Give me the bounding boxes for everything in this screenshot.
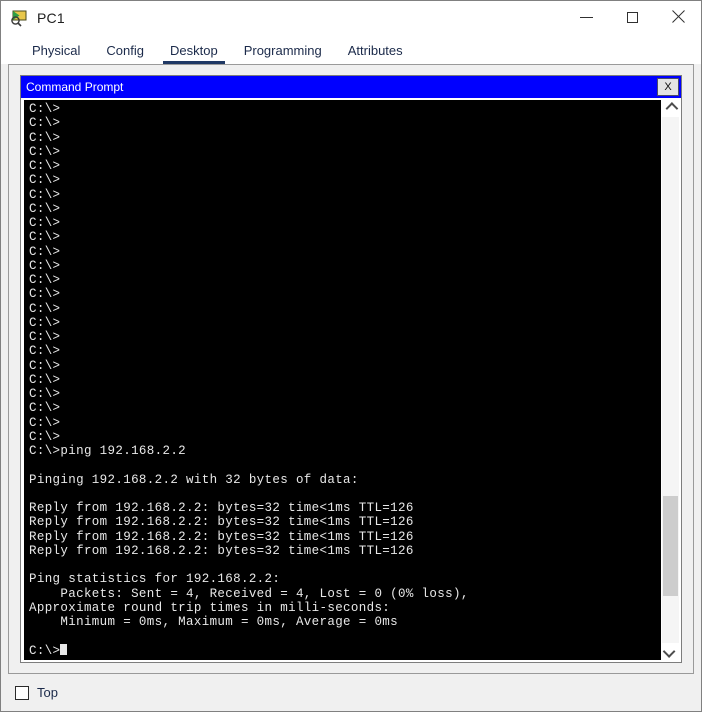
chevron-up-icon xyxy=(665,102,679,115)
tab-config[interactable]: Config xyxy=(93,43,157,64)
title-bar: PC1 xyxy=(1,1,701,34)
terminal-line: Minimum = 0ms, Maximum = 0ms, Average = … xyxy=(29,615,399,629)
terminal-line: C:\> xyxy=(29,315,61,330)
terminal-line: C:\> xyxy=(29,372,61,387)
terminal-line: Reply from 192.168.2.2: bytes=32 time<1m… xyxy=(29,515,414,530)
terminal-line: C:\> xyxy=(29,344,61,359)
terminal-line: Pinging 192.168.2.2 with 32 bytes of dat… xyxy=(29,472,359,487)
terminal-line: Ping statistics for 192.168.2.2: xyxy=(29,572,281,587)
chevron-down-icon xyxy=(662,645,676,658)
terminal-line: Approximate round trip times in milli-se… xyxy=(29,600,391,615)
scroll-up-button[interactable] xyxy=(662,100,679,117)
terminal-line: C:\> xyxy=(29,130,61,145)
terminal-output[interactable]: C:\> C:\> C:\> C:\> C:\> C:\> C:\> C:\> C:\> C:\>… xyxy=(24,100,661,660)
terminal-line: Reply from 192.168.2.2: bytes=32 time<1m… xyxy=(29,529,414,544)
terminal-line: C:\> xyxy=(29,401,61,416)
command-prompt-body: C:\> C:\> C:\> C:\> C:\> C:\> C:\> C:\> C:\> C:\>… xyxy=(21,98,681,662)
device-pc-icon xyxy=(10,9,28,27)
terminal-line: C:\> xyxy=(29,330,61,344)
terminal-prompt-line: C:\> xyxy=(29,643,661,658)
top-checkbox[interactable] xyxy=(15,685,29,700)
terminal-line: C:\> xyxy=(29,358,61,373)
window-title: PC1 xyxy=(37,9,65,26)
terminal-line: C:\> xyxy=(29,173,61,188)
terminal-line: C:\> xyxy=(29,187,61,202)
minimize-icon xyxy=(579,16,593,18)
top-checkbox-row[interactable]: Top xyxy=(15,685,58,700)
terminal-line: C:\> xyxy=(29,415,61,430)
command-prompt-window: Command Prompt X C:\> C:\> C:\> C:\> C:\> C:\… xyxy=(20,75,682,663)
pc1-window: PC1 Physical Config Desktop Programming … xyxy=(0,0,702,712)
command-prompt-titlebar: Command Prompt X xyxy=(21,76,681,98)
terminal-line: C:\> xyxy=(29,301,61,316)
minimize-button[interactable] xyxy=(563,1,609,33)
scrollbar-thumb[interactable] xyxy=(663,495,678,596)
command-prompt-title: Command Prompt xyxy=(26,80,124,94)
terminal-line: Reply from 192.168.2.2: bytes=32 time<1m… xyxy=(29,543,414,558)
close-button[interactable] xyxy=(655,1,701,33)
footer-bar: Top xyxy=(8,674,694,711)
terminal-line: C:\>ping 192.168.2.2 xyxy=(29,444,187,458)
terminal-line: Packets: Sent = 4, Received = 4, Lost = … xyxy=(29,586,469,601)
terminal-line: C:\> xyxy=(29,273,61,287)
terminal-line: C:\> xyxy=(29,159,61,173)
scroll-down-button[interactable] xyxy=(662,643,679,660)
terminal-line: C:\> xyxy=(29,230,61,245)
scrollbar-track[interactable] xyxy=(662,117,679,643)
maximize-icon xyxy=(626,11,638,23)
terminal-line: C:\> xyxy=(29,429,61,444)
close-icon xyxy=(671,10,685,24)
maximize-button[interactable] xyxy=(609,1,655,33)
terminal-line: C:\> xyxy=(29,258,61,273)
terminal-line: C:\> xyxy=(29,387,61,401)
terminal-line: C:\> xyxy=(29,102,61,116)
tab-bar: Physical Config Desktop Programming Attr… xyxy=(1,34,701,64)
tab-desktop[interactable]: Desktop xyxy=(157,43,231,64)
terminal-line: Reply from 192.168.2.2: bytes=32 time<1m… xyxy=(29,501,414,515)
terminal-line: C:\> xyxy=(29,244,61,259)
terminal-line: C:\> xyxy=(29,116,61,131)
terminal-cursor xyxy=(60,643,68,655)
tab-programming[interactable]: Programming xyxy=(231,43,335,64)
content-panel: Command Prompt X C:\> C:\> C:\> C:\> C:\> C:\… xyxy=(8,64,694,674)
tab-attributes[interactable]: Attributes xyxy=(335,43,416,64)
desktop-body: Command Prompt X C:\> C:\> C:\> C:\> C:\> C:\… xyxy=(1,64,701,711)
command-prompt-close-button[interactable]: X xyxy=(657,78,679,96)
terminal-scrollbar[interactable] xyxy=(661,100,679,660)
terminal-line: C:\> xyxy=(29,287,61,302)
terminal-line: C:\> xyxy=(29,201,61,216)
top-checkbox-label: Top xyxy=(37,685,58,700)
tab-physical[interactable]: Physical xyxy=(19,43,93,64)
window-controls xyxy=(563,1,701,33)
terminal-prompt: C:\> xyxy=(29,643,61,658)
terminal-line: C:\> xyxy=(29,144,61,159)
terminal-line: C:\> xyxy=(29,216,61,230)
